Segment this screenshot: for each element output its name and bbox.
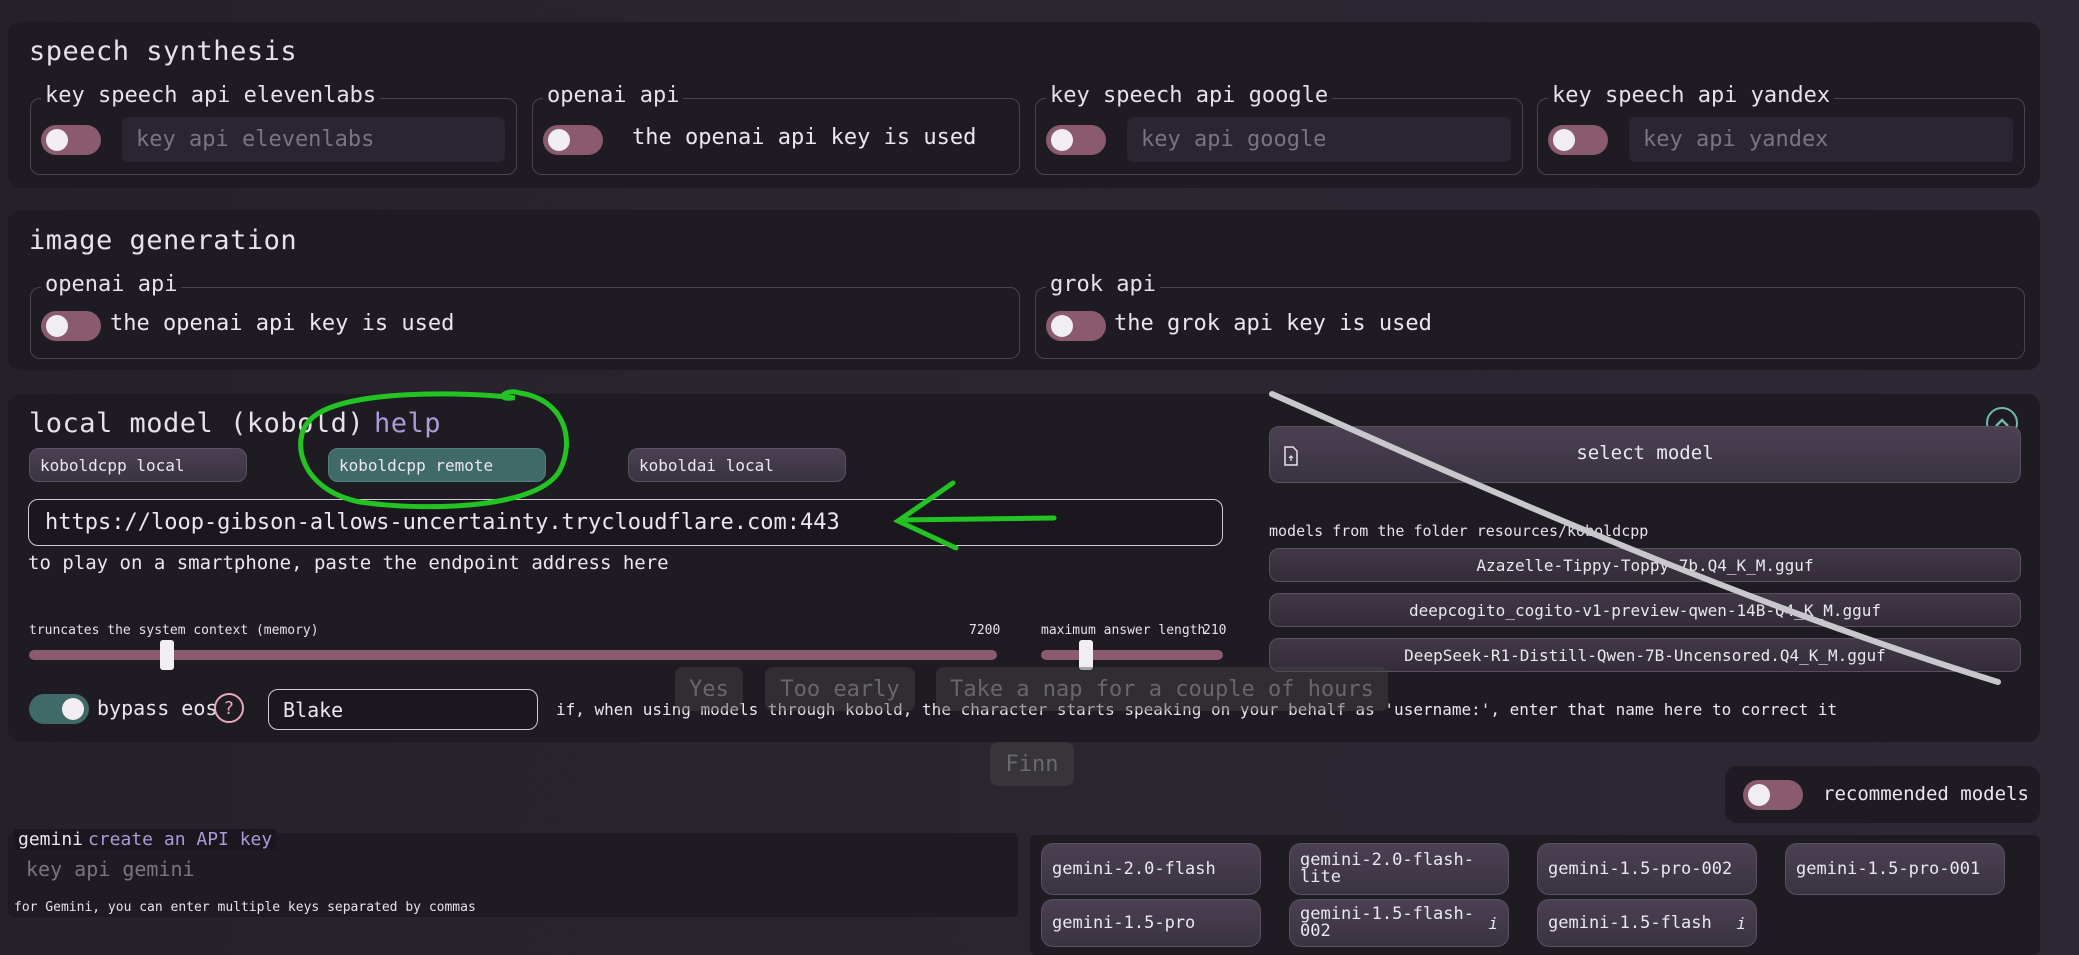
ghost-finn-button[interactable]: Finn <box>990 742 1074 786</box>
gemini-model-button[interactable]: gemini-1.5-pro-002 <box>1537 843 1757 895</box>
grok-toggle[interactable] <box>1046 311 1106 341</box>
models-folder-label: models from the folder resources/koboldc… <box>1269 522 1649 540</box>
image-openai-toggle[interactable] <box>41 311 101 341</box>
grok-legend: grok api <box>1046 272 1160 297</box>
toggle-knob <box>1748 784 1770 806</box>
answer-length-slider-thumb[interactable] <box>1079 640 1093 670</box>
gemini-model-label: gemini-1.5-pro <box>1052 912 1196 933</box>
yandex-toggle[interactable] <box>1548 125 1608 155</box>
memory-slider[interactable] <box>29 650 997 660</box>
toggle-knob <box>1051 315 1073 337</box>
image-generation-title: image generation <box>29 225 298 256</box>
google-toggle[interactable] <box>1046 125 1106 155</box>
gemini-model-button[interactable]: gemini-1.5-pro-001 <box>1785 843 2005 895</box>
image-openai-text: the openai api key is used <box>110 311 455 336</box>
bypass-eos-label: bypass eos <box>97 696 218 720</box>
elevenlabs-key-input[interactable]: key api elevenlabs <box>122 117 505 162</box>
gemini-key-input[interactable]: key api gemini <box>12 852 1012 886</box>
gemini-label: gemini <box>14 829 88 850</box>
memory-label: truncates the system context (memory) <box>29 623 319 638</box>
gemini-model-button[interactable]: gemini-1.5-flash-002 i <box>1289 899 1509 947</box>
ghost-too-early-button[interactable]: Too early <box>765 667 915 711</box>
bypass-eos-toggle[interactable] <box>29 694 89 724</box>
local-model-title: local model (kobold) <box>29 408 365 439</box>
gemini-model-label: gemini-1.5-pro-002 <box>1548 858 1733 879</box>
koboldai-local-button[interactable]: koboldai local <box>628 448 846 482</box>
model-item[interactable]: deepcogito_cogito-v1-preview-qwen-14B-Q4… <box>1269 593 2021 627</box>
speech-openai-text: the openai api key is used <box>632 125 977 150</box>
toggle-knob <box>62 698 84 720</box>
gemini-model-label: gemini-1.5-flash <box>1548 912 1712 933</box>
gemini-model-button[interactable]: gemini-2.0-flash-lite <box>1289 843 1509 895</box>
memory-slider-thumb[interactable] <box>160 640 174 670</box>
google-legend: key speech api google <box>1046 83 1333 108</box>
endpoint-input[interactable]: https://loop-gibson-allows-uncertainty.t… <box>28 499 1223 546</box>
info-icon[interactable]: i <box>1736 915 1746 932</box>
model-item[interactable]: Azazelle-Tippy-Toppy-7b.Q4_K_M.gguf <box>1269 548 2021 582</box>
gemini-model-label: gemini-1.5-flash-002 <box>1300 904 1474 941</box>
gemini-model-button[interactable]: gemini-1.5-flash i <box>1537 899 1757 947</box>
username-input[interactable]: Blake <box>268 689 538 730</box>
select-model-label: select model <box>1576 442 1714 464</box>
speech-openai-legend: openai api <box>543 83 684 108</box>
ghost-nap-button[interactable]: Take a nap for a couple of hours <box>936 667 1388 711</box>
answer-length-label: maximum answer length <box>1041 623 1206 638</box>
elevenlabs-toggle[interactable] <box>41 125 101 155</box>
local-model-help-link[interactable]: help <box>374 408 441 439</box>
grok-text: the grok api key is used <box>1114 311 1432 336</box>
endpoint-hint: to play on a smartphone, paste the endpo… <box>28 552 669 574</box>
toggle-knob <box>1051 129 1073 151</box>
speech-openai-toggle[interactable] <box>543 125 603 155</box>
create-api-key-link[interactable]: create an API key <box>84 829 277 850</box>
answer-length-slider[interactable] <box>1041 650 1223 660</box>
question-help-icon[interactable]: ? <box>214 693 244 723</box>
yandex-key-input[interactable]: key api yandex <box>1629 117 2013 162</box>
toggle-knob <box>548 129 570 151</box>
info-icon[interactable]: i <box>1488 915 1498 932</box>
toggle-knob <box>46 315 68 337</box>
toggle-knob <box>46 129 68 151</box>
gemini-model-label: gemini-2.0-flash-lite <box>1300 850 1474 887</box>
yandex-legend: key speech api yandex <box>1548 83 1835 108</box>
image-openai-legend: openai api <box>41 272 182 297</box>
google-key-input[interactable]: key api google <box>1127 117 1511 162</box>
answer-length-value: 210 <box>1203 623 1227 638</box>
memory-value: 7200 <box>969 623 1001 638</box>
koboldcpp-remote-button[interactable]: koboldcpp remote <box>328 448 546 482</box>
recommended-models-toggle[interactable] <box>1743 780 1803 810</box>
gemini-model-button[interactable]: gemini-2.0-flash <box>1041 843 1261 895</box>
recommended-models-label: recommended models <box>1823 783 2029 805</box>
koboldcpp-local-button[interactable]: koboldcpp local <box>29 448 247 482</box>
gemini-model-label: gemini-2.0-flash <box>1052 858 1216 879</box>
speech-synthesis-title: speech synthesis <box>29 36 298 67</box>
elevenlabs-legend: key speech api elevenlabs <box>41 83 381 108</box>
gemini-hint: for Gemini, you can enter multiple keys … <box>14 900 476 915</box>
gemini-model-button[interactable]: gemini-1.5-pro <box>1041 899 1261 947</box>
gemini-model-label: gemini-1.5-pro-001 <box>1796 858 1981 879</box>
toggle-knob <box>1553 129 1575 151</box>
select-model-button[interactable]: select model <box>1269 426 2021 483</box>
ghost-yes-button[interactable]: Yes <box>675 667 743 711</box>
